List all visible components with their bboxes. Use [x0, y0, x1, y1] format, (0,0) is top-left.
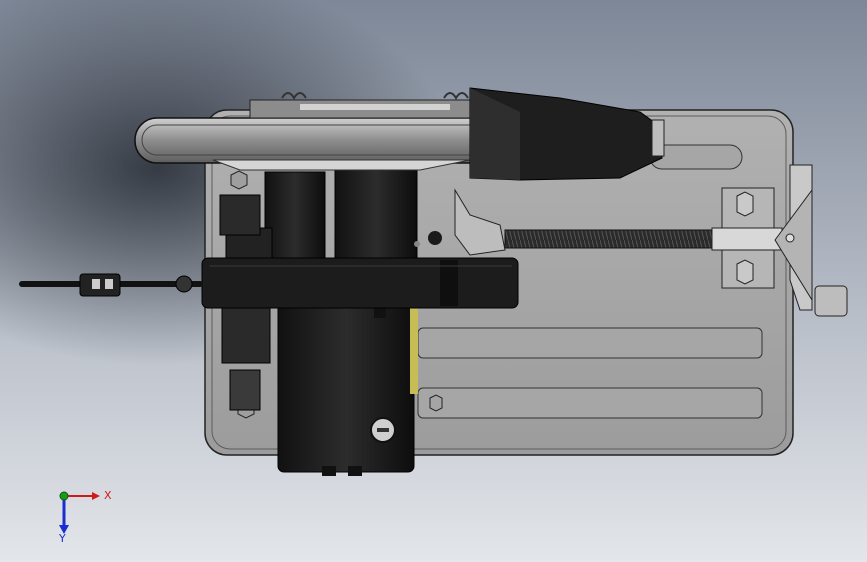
- origin-dot: [59, 491, 69, 501]
- graphics-viewport[interactable]: X Y: [0, 0, 867, 562]
- hex-bolt: [429, 394, 443, 412]
- hex-bolt: [230, 170, 248, 190]
- x-axis-arrow: [92, 492, 100, 500]
- bearing-block[interactable]: [711, 187, 783, 289]
- slot-lower: [417, 387, 763, 419]
- y-axis-label: Y: [58, 532, 66, 545]
- arm[interactable]: [201, 257, 519, 309]
- slot-upper: [417, 327, 763, 359]
- x-axis-label: X: [104, 489, 112, 502]
- orientation-triad: X Y: [58, 489, 112, 545]
- cad-model-view[interactable]: [0, 0, 867, 562]
